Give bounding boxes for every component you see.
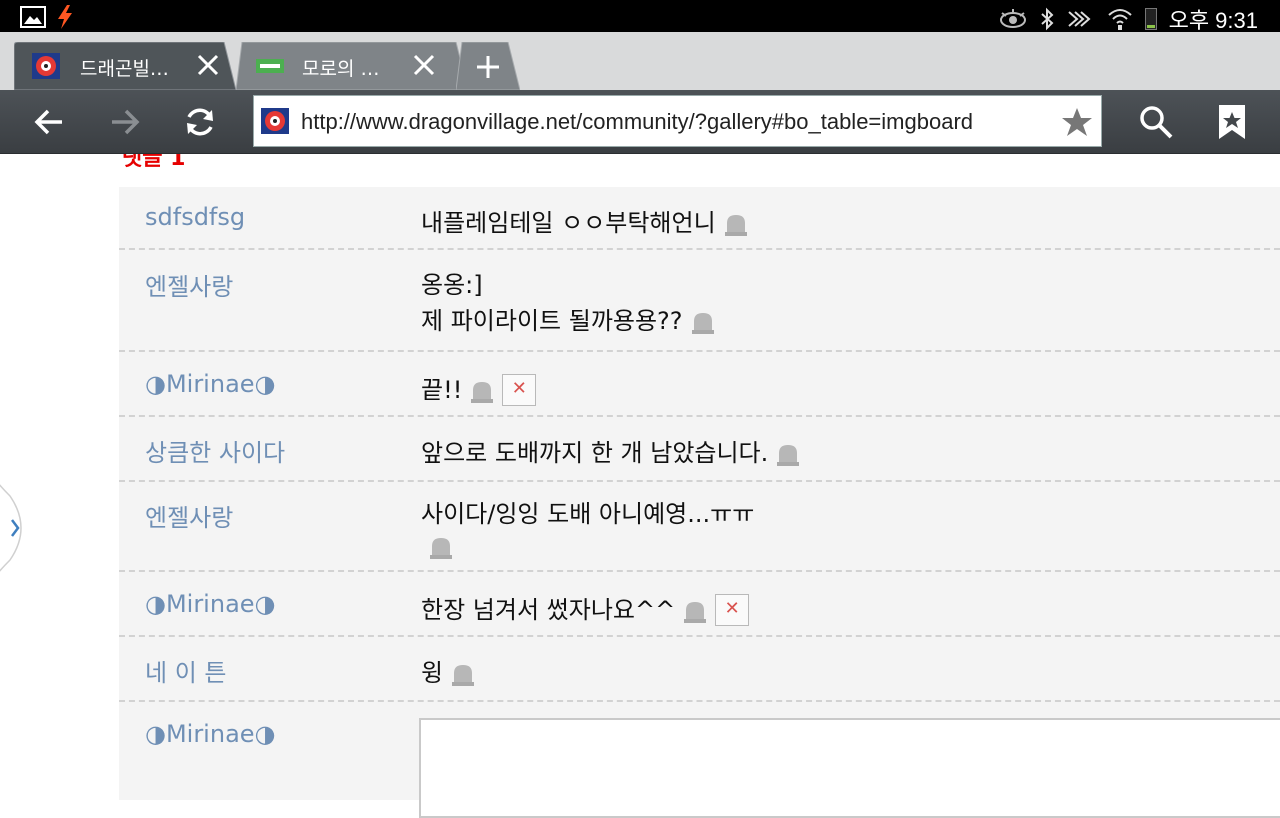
wifi-icon <box>1107 9 1132 30</box>
status-bar: 오후 9:31 <box>0 0 1280 33</box>
bookmarks-icon[interactable] <box>1212 102 1252 142</box>
gravestone-icon[interactable] <box>776 442 800 466</box>
comment-row: 엔젤사랑 옹옹:] 제 파이라이트 될까용용?? <box>119 250 1280 352</box>
reply-textarea[interactable] <box>419 718 1280 818</box>
comment-text: 옹옹:] 제 파이라이트 될까용용?? <box>421 267 715 339</box>
comment-text: 내플레임테일 ㅇㅇ부탁해언니 <box>421 203 748 238</box>
delete-comment-button[interactable]: ✕ <box>502 374 537 406</box>
close-icon[interactable] <box>194 51 222 79</box>
comment-text: 사이다/잉잉 도배 아니예영...ㅠㅠ <box>421 498 754 562</box>
back-icon[interactable] <box>30 102 70 142</box>
close-icon: ✕ <box>724 598 740 619</box>
new-tab-button[interactable] <box>456 42 520 90</box>
comment-text: 윙 <box>421 653 475 688</box>
close-icon[interactable] <box>410 51 438 79</box>
url-bar[interactable]: http://www.dragonvillage.net/community/?… <box>253 95 1102 147</box>
gallery-notification-icon <box>20 6 46 28</box>
eye-icon <box>999 9 1026 28</box>
web-page: 댓글 1 sdfsdfsg 내플레임테일 ㅇㅇ부탁해언니 엔젤사랑 옹옹:] 제 … <box>0 154 1280 800</box>
delete-comment-button[interactable]: ✕ <box>715 594 750 626</box>
tab-moro[interactable]: 모로의 … <box>236 42 468 90</box>
comment-row: 상큼한 사이다 앞으로 도배까지 한 개 남았습니다. <box>119 417 1280 482</box>
flash-notification-icon <box>58 5 72 29</box>
comment-author[interactable]: 엔젤사랑 <box>145 267 233 302</box>
comment-row: sdfsdfsg 내플레임테일 ㅇㅇ부탁해언니 <box>119 187 1280 250</box>
forward-icon[interactable] <box>104 102 144 142</box>
tab-strip: 드래곤빌… 모로의 … <box>0 32 1280 90</box>
comment-author[interactable]: ◑Mirinae◑ <box>145 590 275 618</box>
search-icon[interactable] <box>1136 102 1176 142</box>
gravestone-icon[interactable] <box>683 599 707 623</box>
gravestone-icon[interactable] <box>429 535 453 559</box>
comment-row: ◑Mirinae◑ 끝!! ✕ <box>119 352 1280 417</box>
bluetooth-icon <box>1040 7 1054 31</box>
gravestone-icon[interactable] <box>451 662 475 686</box>
gravestone-icon[interactable] <box>724 212 748 236</box>
comment-text: 끝!! ✕ <box>421 370 537 406</box>
gravestone-icon[interactable] <box>691 310 715 334</box>
comment-list: sdfsdfsg 내플레임테일 ㅇㅇ부탁해언니 엔젤사랑 옹옹:] 제 파이라이트… <box>119 187 1280 800</box>
close-icon: ✕ <box>511 378 527 399</box>
browser-toolbar: http://www.dragonvillage.net/community/?… <box>0 90 1280 154</box>
tab-title: 드래곤빌… <box>80 58 169 80</box>
tab-dragonvillage[interactable]: 드래곤빌… <box>14 42 236 90</box>
comment-row: 네 이 튼 윙 <box>119 637 1280 702</box>
star-icon[interactable] <box>1061 106 1093 138</box>
comment-author[interactable]: 상큼한 사이다 <box>145 433 285 468</box>
comment-author[interactable]: 네 이 튼 <box>145 653 227 688</box>
comment-text: 앞으로 도배까지 한 개 남았습니다. <box>421 433 800 468</box>
comment-author[interactable]: ◑Mirinae◑ <box>145 370 275 398</box>
comment-row: 엔젤사랑 사이다/잉잉 도배 아니예영...ㅠㅠ <box>119 482 1280 572</box>
comment-heading: 댓글 1 <box>122 154 186 171</box>
reply-author: ◑Mirinae◑ <box>145 720 276 748</box>
url-text[interactable]: http://www.dragonvillage.net/community/?… <box>301 109 1061 135</box>
clock: 오후 9:31 <box>1168 8 1258 33</box>
comment-text: 한장 넘겨서 썼자나요^^ ✕ <box>421 590 750 626</box>
green-favicon <box>256 59 284 73</box>
nfc-icon <box>1067 11 1091 27</box>
dragonvillage-favicon <box>32 53 60 79</box>
comment-author[interactable]: sdfsdfsg <box>145 203 245 231</box>
gravestone-icon[interactable] <box>470 379 494 403</box>
side-panel-handle[interactable] <box>0 436 32 620</box>
comment-author[interactable]: 엔젤사랑 <box>145 498 233 533</box>
comment-row: ◑Mirinae◑ 한장 넘겨서 썼자나요^^ ✕ <box>119 572 1280 637</box>
battery-icon <box>1144 8 1157 30</box>
refresh-icon[interactable] <box>180 102 220 142</box>
dragonvillage-favicon <box>261 108 289 134</box>
tab-title: 모로의 … <box>302 58 380 80</box>
